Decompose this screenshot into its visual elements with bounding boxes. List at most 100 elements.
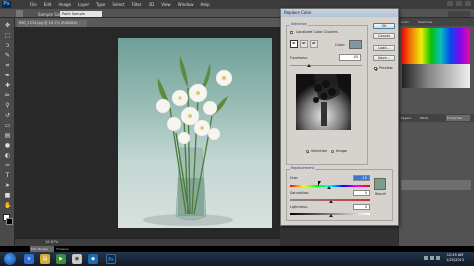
result-label: Result	[375, 192, 386, 196]
pen-tool-icon[interactable]: ✑	[4, 162, 11, 169]
workspace-switcher[interactable]	[448, 11, 470, 17]
eyedropper-tool-icon[interactable]	[16, 10, 23, 17]
clone-stamp-tool-icon[interactable]: ⚲	[4, 102, 11, 109]
blur-tool-icon[interactable]: ●	[4, 142, 11, 149]
preview-label: Preview	[379, 66, 393, 70]
eraser-tool-icon[interactable]: ▭	[4, 122, 11, 129]
crop-tool-icon[interactable]: ⌗	[4, 62, 11, 69]
maximize-button[interactable]	[456, 1, 462, 6]
minimize-button[interactable]	[447, 1, 453, 6]
swatches-grid[interactable]	[402, 28, 470, 64]
menu-select[interactable]: Select	[112, 1, 124, 8]
marquee-tool-icon[interactable]: ⬚	[4, 32, 11, 39]
tab-properties[interactable]: Properties	[446, 115, 470, 121]
quick-selection-tool-icon[interactable]: ✎	[4, 52, 11, 59]
menu-items: File Edit Image Layer Type Select Filter…	[30, 1, 217, 8]
app-icon[interactable]: ◆	[88, 254, 98, 264]
menu-image[interactable]: Image	[58, 1, 71, 8]
eyedropper-tool-icon[interactable]: ✒	[4, 72, 11, 79]
hand-tool-icon[interactable]: ✋	[4, 202, 11, 209]
flower-vase-photo	[143, 56, 233, 226]
window-controls	[447, 1, 471, 6]
menu-window[interactable]: Window	[178, 1, 194, 8]
brush-tool-icon[interactable]: ✏	[4, 92, 11, 99]
fuzziness-input[interactable]: 40	[339, 54, 361, 61]
media-player-icon[interactable]: ▶	[56, 254, 66, 264]
eyedropper-minus-icon[interactable]: ✒	[310, 40, 318, 48]
menu-type[interactable]: Type	[96, 1, 105, 8]
sample-size-select[interactable]: Point Sample	[60, 11, 102, 17]
shape-tool-icon[interactable]: ■	[4, 192, 11, 199]
tab-paths[interactable]: Paths	[420, 115, 428, 121]
document-tab[interactable]: IMG_1234.jpg @ 16.7% (RGB/8#)	[17, 20, 87, 27]
selection-preview[interactable]	[296, 74, 351, 130]
chrome-icon[interactable]: ◉	[72, 254, 82, 264]
fuzziness-slider-thumb[interactable]	[307, 64, 311, 67]
type-tool-icon[interactable]: T	[4, 172, 11, 179]
document-image[interactable]	[118, 38, 272, 228]
eyedropper-plus-icon[interactable]: ✒	[300, 40, 308, 48]
path-selection-tool-icon[interactable]: ➤	[4, 182, 11, 189]
clock[interactable]: 12:45 AM 1/25/2013	[446, 253, 464, 263]
menu-file[interactable]: File	[30, 1, 37, 8]
replacement-group-label: Replacement	[290, 166, 315, 170]
menu-edit[interactable]: Edit	[44, 1, 52, 8]
fuzziness-slider-track[interactable]	[290, 65, 362, 66]
selection-radio[interactable]	[306, 150, 309, 153]
hue-slider-thumb[interactable]	[327, 186, 331, 189]
layer-row[interactable]	[401, 180, 471, 190]
gradient-tool-icon[interactable]: ▤	[4, 132, 11, 139]
tab-swatches[interactable]: Swatches	[418, 19, 432, 25]
healing-brush-tool-icon[interactable]: ✚	[4, 82, 11, 89]
result-color-swatch[interactable]	[374, 178, 386, 190]
system-tray[interactable]	[424, 256, 440, 260]
selection-group-label: Selection	[290, 22, 309, 26]
selection-mask-image	[296, 74, 351, 130]
dodge-tool-icon[interactable]: ◐	[4, 152, 11, 159]
zoom-level[interactable]: 16.67%	[45, 240, 58, 244]
start-button[interactable]	[4, 253, 16, 265]
mouse-cursor-icon	[318, 181, 321, 186]
lasso-tool-icon[interactable]: ↄ	[4, 42, 11, 49]
internet-explorer-icon[interactable]: e	[24, 254, 34, 264]
lightness-input[interactable]: 0	[353, 204, 370, 210]
localized-clusters-label: Localized Color Clusters	[296, 30, 338, 34]
cancel-button[interactable]: Cancel	[373, 33, 395, 39]
tab-layers[interactable]: Layers	[401, 115, 411, 121]
saturation-slider-thumb[interactable]	[329, 200, 333, 203]
file-explorer-icon[interactable]: ▤	[40, 254, 50, 264]
tab-color[interactable]: Color	[401, 19, 409, 25]
background-color-swatch[interactable]	[6, 218, 13, 225]
localized-clusters-checkbox[interactable]	[290, 31, 293, 34]
lightness-slider-thumb[interactable]	[329, 214, 333, 217]
options-bar: Sample Size: Point Sample	[0, 9, 474, 18]
menu-layer[interactable]: Layer	[78, 1, 89, 8]
selection-radio-label: Selection	[311, 149, 328, 153]
selection-color-swatch[interactable]	[349, 40, 362, 49]
close-button[interactable]	[465, 1, 471, 6]
menu-help[interactable]: Help	[200, 1, 209, 8]
load-button[interactable]: Load...	[373, 45, 395, 51]
document-status-bar: 16.67%	[15, 238, 280, 246]
check-icon	[375, 68, 378, 71]
menu-view[interactable]: View	[161, 1, 171, 8]
saturation-input[interactable]: 0	[353, 190, 370, 196]
network-icon[interactable]	[424, 256, 428, 260]
save-button[interactable]: Save...	[373, 55, 395, 61]
menu-filter[interactable]: Filter	[132, 1, 142, 8]
hue-input[interactable]: -10	[353, 175, 370, 181]
swatches-grayscale[interactable]	[402, 64, 470, 88]
hue-label: Hue:	[290, 176, 299, 180]
eyedropper-icon[interactable]: ✒	[290, 40, 298, 48]
menu-bar: Ps File Edit Image Layer Type Select Fil…	[0, 0, 474, 9]
photoshop-taskbar-icon[interactable]: Ps	[106, 254, 116, 264]
preview-checkbox[interactable]	[374, 67, 378, 71]
history-brush-tool-icon[interactable]: ↺	[4, 112, 11, 119]
volume-icon[interactable]	[430, 256, 434, 260]
image-radio[interactable]	[331, 150, 334, 153]
ok-button[interactable]: OK	[373, 23, 395, 29]
flag-icon[interactable]	[436, 256, 440, 260]
tools-panel: ✥ ⬚ ↄ ✎ ⌗ ✒ ✚ ✏ ⚲ ↺ ▭ ▤ ● ◐ ✑ T ➤ ■ ✋	[0, 18, 15, 246]
menu-3d[interactable]: 3D	[149, 1, 155, 8]
move-tool-icon[interactable]: ✥	[4, 22, 11, 29]
